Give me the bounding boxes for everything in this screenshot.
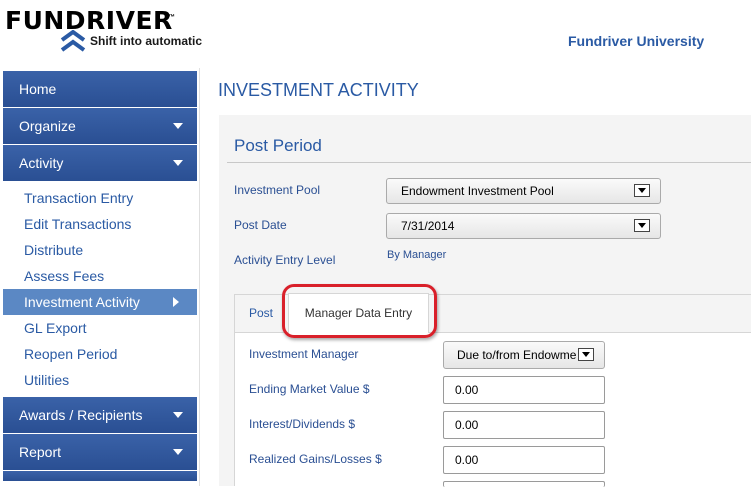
sidebar-item-label: GL Export xyxy=(24,320,87,336)
nav-next-section[interactable] xyxy=(3,471,197,481)
nav-activity-label: Activity xyxy=(19,155,64,171)
investment-manager-value: Due to/from Endowme xyxy=(457,348,577,362)
investment-manager-select[interactable]: Due to/from Endowme xyxy=(443,341,605,369)
logo-tagline: Shift into automatic xyxy=(90,34,202,48)
sidebar-item-label: Investment Activity xyxy=(24,294,140,310)
entry-level-value: By Manager xyxy=(387,249,447,261)
sidebar-item-utilities[interactable]: Utilities xyxy=(3,367,197,393)
sidebar-item-reopen-period[interactable]: Reopen Period xyxy=(3,341,197,367)
section-divider xyxy=(227,162,751,163)
realized-gains-label: Realized Gains/Losses $ xyxy=(249,452,382,466)
sidebar-item-edit-transactions[interactable]: Edit Transactions xyxy=(3,211,197,237)
sidebar-item-investment-activity[interactable]: Investment Activity xyxy=(3,289,197,315)
nav-awards-label: Awards / Recipients xyxy=(19,407,143,423)
ending-market-value-label: Ending Market Value $ xyxy=(249,382,370,396)
sidebar-item-label: Transaction Entry xyxy=(24,190,134,206)
ending-market-value-input[interactable]: 0.00 xyxy=(443,376,605,404)
sidebar-divider xyxy=(199,68,200,486)
chevron-down-icon xyxy=(578,348,594,361)
realized-gains-input[interactable]: 0.00 xyxy=(443,446,605,474)
sidebar: Home Organize Activity Transaction Entry… xyxy=(3,71,197,486)
post-date-label: Post Date xyxy=(234,218,287,232)
post-date-value: 7/31/2014 xyxy=(401,219,455,233)
investment-pool-label: Investment Pool xyxy=(234,183,321,197)
chevron-down-icon xyxy=(173,449,183,455)
nav-organize-label: Organize xyxy=(19,118,76,134)
investment-pool-value: Endowment Investment Pool xyxy=(401,184,554,198)
sidebar-item-label: Edit Transactions xyxy=(24,216,132,232)
sidebar-item-distribute[interactable]: Distribute xyxy=(3,237,197,263)
chevron-down-icon xyxy=(173,123,183,129)
chevron-down-icon xyxy=(634,184,650,197)
section-title: Post Period xyxy=(234,136,322,155)
chevron-down-icon xyxy=(173,412,183,418)
sidebar-item-transaction-entry[interactable]: Transaction Entry xyxy=(3,185,197,211)
nav-home[interactable]: Home xyxy=(3,71,197,107)
highlight-annotation xyxy=(282,284,437,338)
sidebar-item-label: Reopen Period xyxy=(24,346,118,362)
logo-trademark: ™ xyxy=(168,14,175,21)
chevron-right-icon xyxy=(173,297,179,307)
chevron-down-icon xyxy=(173,160,183,166)
nav-report[interactable]: Report xyxy=(3,434,197,470)
investment-pool-select[interactable]: Endowment Investment Pool xyxy=(386,178,661,204)
sidebar-item-label: Distribute xyxy=(24,242,84,258)
chevrons-up-icon xyxy=(60,30,86,52)
sidebar-item-label: Assess Fees xyxy=(24,268,105,284)
organization-name: Fundriver University xyxy=(568,33,705,49)
sidebar-item-assess-fees[interactable]: Assess Fees xyxy=(3,263,197,289)
app-header: FUNDRIVER ™ Shift into automatic Fundriv… xyxy=(0,0,751,68)
post-date-select[interactable]: 7/31/2014 xyxy=(386,213,661,239)
investment-manager-label: Investment Manager xyxy=(249,347,359,361)
nav-report-label: Report xyxy=(19,444,62,460)
chevron-down-icon xyxy=(634,219,650,232)
page-title: INVESTMENT ACTIVITY xyxy=(218,80,419,100)
sidebar-item-label: Utilities xyxy=(24,372,70,388)
entry-level-label: Activity Entry Level xyxy=(234,253,336,267)
activity-submenu: Transaction Entry Edit Transactions Dist… xyxy=(3,182,197,397)
nav-awards-recipients[interactable]: Awards / Recipients xyxy=(3,397,197,433)
logo-text[interactable]: FUNDRIVER xyxy=(5,6,173,35)
nav-activity[interactable]: Activity xyxy=(3,145,197,181)
tab-post[interactable]: Post xyxy=(249,306,273,320)
interest-dividends-input[interactable]: 0.00 xyxy=(443,411,605,439)
sidebar-item-gl-export[interactable]: GL Export xyxy=(3,315,197,341)
nav-organize[interactable]: Organize xyxy=(3,108,197,144)
interest-dividends-label: Interest/Dividends $ xyxy=(249,417,356,431)
nav-home-label: Home xyxy=(19,81,57,97)
next-field-input[interactable] xyxy=(443,481,605,487)
